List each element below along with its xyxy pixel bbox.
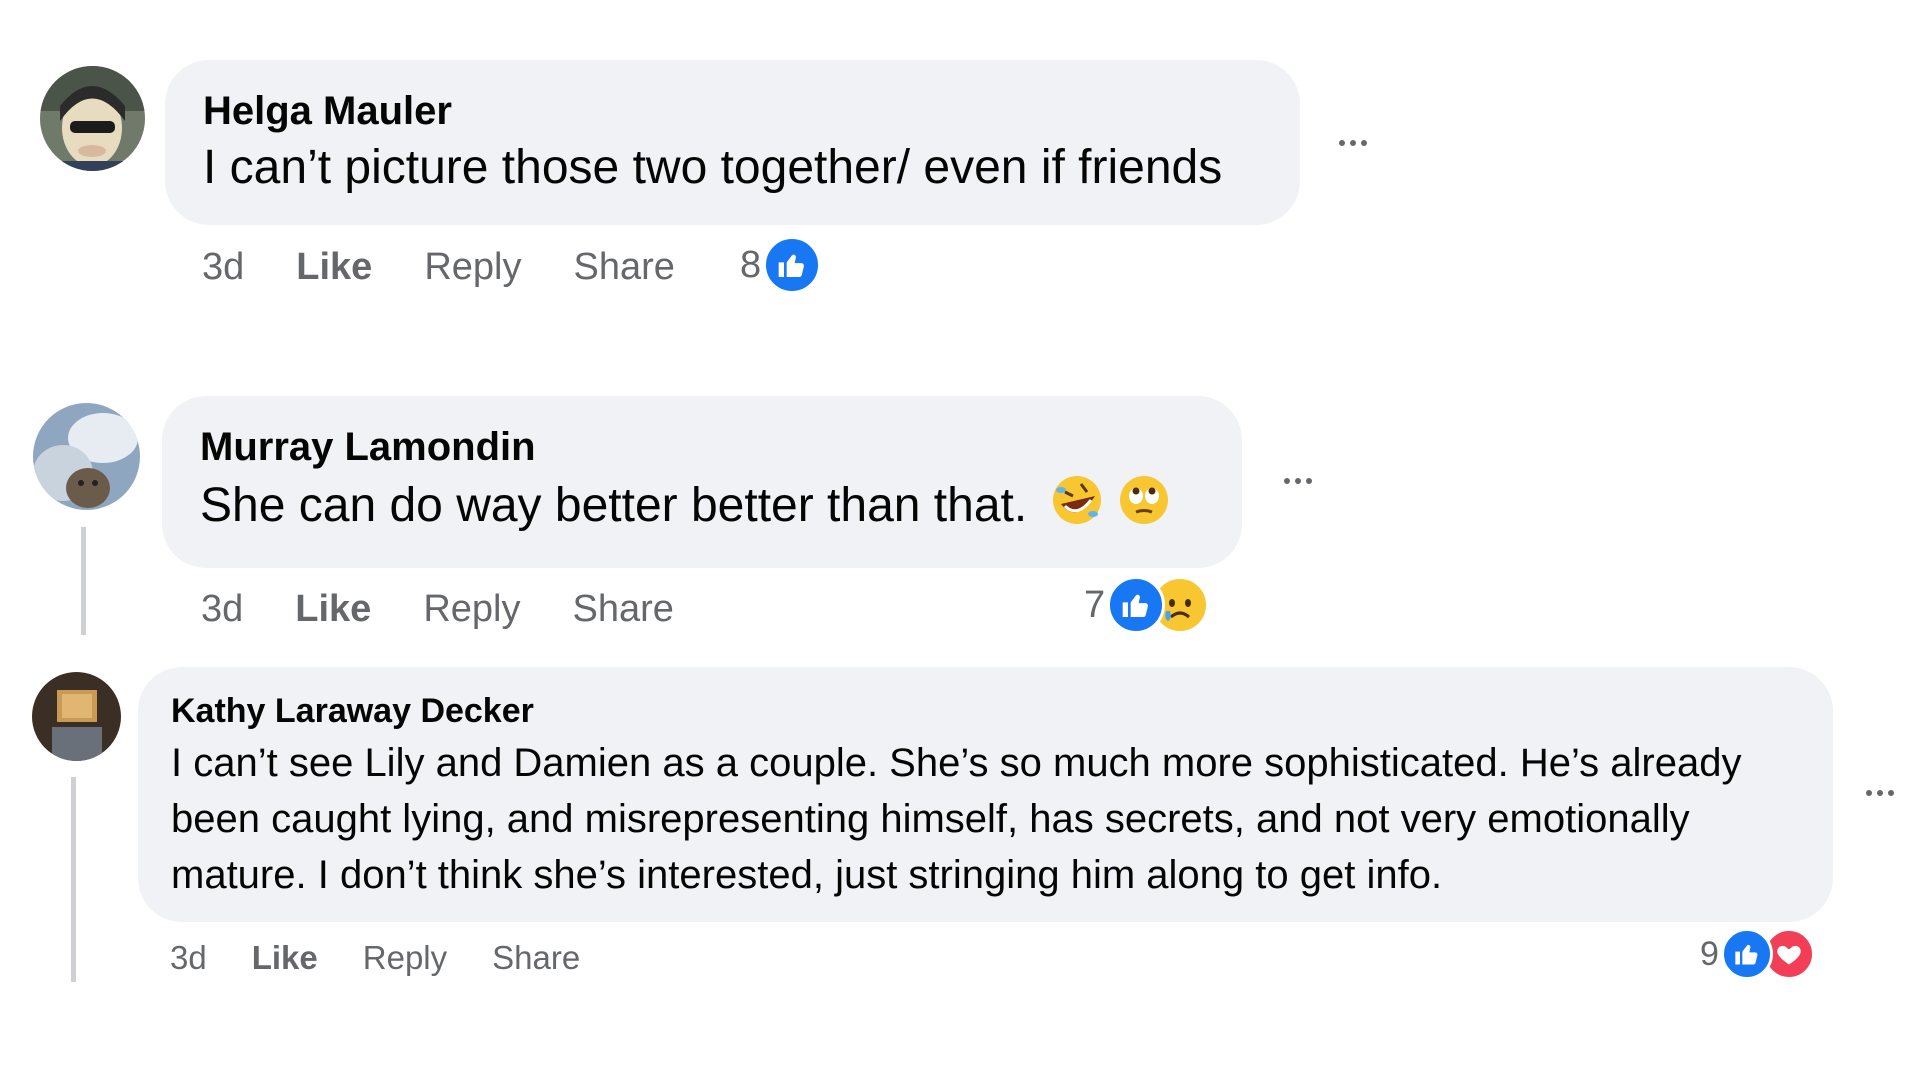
comment-actions: 3d Like Reply Share <box>202 245 675 289</box>
comment-text-line: mature. I don’t think she’s interested, … <box>171 853 1443 897</box>
like-button[interactable]: Like <box>295 587 371 631</box>
comment-bubble: Kathy Laraway Decker I can’t see Lily an… <box>138 667 1833 922</box>
reaction-summary[interactable]: 8 <box>740 236 822 294</box>
more-options-icon[interactable] <box>1284 478 1312 484</box>
like-icon <box>1720 928 1773 980</box>
reaction-count: 8 <box>740 243 762 286</box>
comment-text: She can do way better better than that. <box>200 479 1028 533</box>
reaction-summary[interactable]: 9 <box>1700 928 1815 980</box>
comment-text-line: I can’t see Lily and Damien as a couple.… <box>171 741 1742 785</box>
comment-actions: 3d Like Reply Share <box>201 587 674 631</box>
thread-line <box>81 527 86 635</box>
comment-text: I can’t picture those two together/ even… <box>203 141 1223 194</box>
comment-author[interactable]: Kathy Laraway Decker <box>171 691 1833 731</box>
avatar[interactable] <box>33 403 140 510</box>
comment-text: I can’t see Lily and Damien as a couple.… <box>171 735 1833 903</box>
comment-bubble: Murray Lamondin She can do way better be… <box>162 396 1242 568</box>
like-icon <box>1107 576 1166 634</box>
reaction-count: 7 <box>1084 583 1106 626</box>
reply-button[interactable]: Reply <box>423 587 520 631</box>
comment-author[interactable]: Helga Mauler <box>203 88 1300 134</box>
comment-bubble: Helga Mauler I can’t picture those two t… <box>165 60 1300 225</box>
more-options-icon[interactable] <box>1339 140 1367 146</box>
comment-timestamp[interactable]: 3d <box>202 245 244 289</box>
like-button[interactable]: Like <box>296 245 372 289</box>
comment-actions: 3d Like Reply Share <box>170 938 580 978</box>
reply-button[interactable]: Reply <box>363 938 447 978</box>
comment-timestamp[interactable]: 3d <box>201 587 243 631</box>
comment-timestamp[interactable]: 3d <box>170 938 207 978</box>
like-button[interactable]: Like <box>252 938 318 978</box>
rolling-on-floor-laughing-emoji <box>1051 474 1103 543</box>
comment-text-row: She can do way better better than that. <box>200 474 1242 543</box>
comment-text-line: been caught lying, and misrepresenting h… <box>171 797 1690 841</box>
reply-button[interactable]: Reply <box>424 245 521 289</box>
share-button[interactable]: Share <box>492 938 580 978</box>
avatar[interactable] <box>32 672 121 761</box>
more-options-icon[interactable] <box>1866 790 1894 796</box>
avatar[interactable] <box>40 66 145 171</box>
share-button[interactable]: Share <box>573 245 674 289</box>
share-button[interactable]: Share <box>572 587 673 631</box>
thread-line <box>71 777 76 982</box>
reaction-count: 9 <box>1700 934 1719 973</box>
face-with-rolling-eyes-emoji <box>1118 474 1170 543</box>
like-icon <box>763 236 822 294</box>
comment-author[interactable]: Murray Lamondin <box>200 424 1242 470</box>
reaction-summary[interactable]: 7 <box>1084 576 1210 634</box>
